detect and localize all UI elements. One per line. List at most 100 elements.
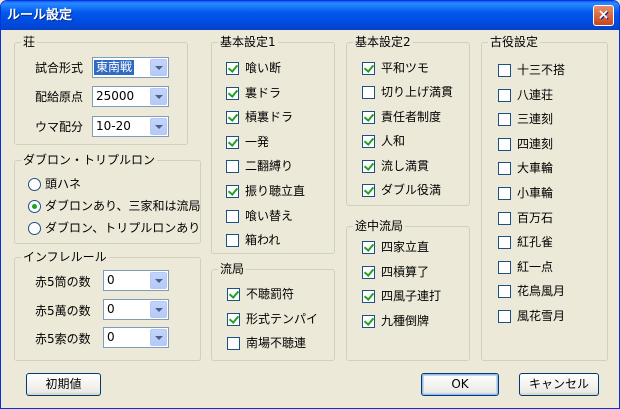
checkbox-label: 百万石	[517, 210, 554, 225]
red5-man-label: 赤5萬の数	[35, 304, 91, 318]
chevron-down-icon[interactable]	[150, 301, 167, 318]
checkbox-checked-icon[interactable]	[362, 290, 375, 303]
checkbox-checked-icon[interactable]	[226, 185, 239, 198]
inflation-legend: インフレルール	[21, 250, 109, 264]
checkbox-label: 切り上げ満貫	[381, 85, 454, 100]
checkbox-label: 箱われ	[245, 233, 281, 248]
radio-dot[interactable]	[28, 222, 41, 235]
double-ron-legend: ダブロン・トリプルロン	[21, 153, 158, 167]
checkbox-label: 三連刻	[517, 112, 554, 127]
start-points-select[interactable]: 25000	[92, 86, 169, 107]
red5-man-select[interactable]: 0	[103, 299, 169, 320]
red5-sou-label: 赤5索の数	[35, 332, 91, 346]
red5-pin-value: 0	[107, 273, 115, 287]
red5-sou-value: 0	[107, 330, 115, 344]
checkbox-label: 四槓算了	[381, 264, 430, 279]
checkbox-label: 流し満貫	[381, 158, 430, 173]
checkbox-checked-icon[interactable]	[362, 265, 375, 279]
radio-label: ダブロンあり、三家和は流局	[45, 199, 201, 213]
red5-sou-select[interactable]: 0	[103, 327, 169, 348]
ryuukyoku-legend: 流局	[218, 262, 247, 276]
checkbox-label: 四連刻	[517, 136, 554, 151]
radio-label: ダブロン、トリプルロンあり	[45, 221, 201, 235]
red5-man-value: 0	[107, 302, 115, 316]
ok-button[interactable]: OK	[421, 373, 499, 396]
checkbox-label: 四風子連打	[381, 289, 442, 303]
window-title: ルール設定	[7, 8, 73, 23]
checkbox-label: 紅一点	[517, 259, 554, 274]
checkbox-checked-icon[interactable]	[227, 288, 240, 301]
basic1-legend: 基本設定1	[218, 35, 278, 49]
checkbox-checked-icon[interactable]	[362, 314, 375, 328]
checkbox-checked-icon[interactable]	[226, 86, 239, 100]
checkbox-empty-icon[interactable]	[498, 64, 511, 77]
checkbox-checked-icon[interactable]	[362, 241, 375, 254]
checkbox-label: 一発	[245, 134, 270, 149]
uma-select[interactable]: 10-20	[92, 116, 169, 137]
checkbox-label: 裏ドラ	[245, 85, 282, 100]
checkbox-empty-icon[interactable]	[498, 236, 511, 250]
checkbox-checked-icon[interactable]	[226, 111, 239, 125]
start-points-value: 25000	[96, 89, 135, 103]
checkbox-empty-icon[interactable]	[498, 137, 511, 151]
red5-pin-label: 赤5筒の数	[35, 275, 91, 289]
checkbox-label: 八連荘	[517, 87, 554, 102]
cancel-button[interactable]: キャンセル	[519, 373, 599, 396]
checkbox-empty-icon[interactable]	[498, 113, 511, 127]
chevron-down-icon[interactable]	[150, 88, 167, 105]
checkbox-empty-icon[interactable]	[498, 285, 511, 299]
uma-label: ウマ配分	[35, 120, 84, 134]
checkbox-empty-icon[interactable]	[498, 310, 511, 323]
checkbox-empty-icon[interactable]	[498, 88, 511, 102]
checkbox-label: 大車輪	[517, 161, 554, 176]
start-points-label: 配給原点	[35, 90, 84, 104]
checkbox-label: 南場不聴連	[246, 336, 307, 350]
checkbox-checked-icon[interactable]	[226, 135, 239, 149]
title-bar: ルール設定 ×	[1, 1, 619, 30]
checkbox-checked-icon[interactable]	[362, 62, 375, 75]
checkbox-label: 振り聴立直	[245, 184, 306, 198]
checkbox-empty-icon[interactable]	[226, 209, 239, 223]
radio-dot-selected[interactable]	[28, 200, 41, 213]
checkbox-label: 責任者制度	[381, 109, 442, 124]
red5-pin-select[interactable]: 0	[103, 270, 169, 291]
checkbox-label: 人和	[381, 134, 406, 149]
checkbox-checked-icon[interactable]	[227, 312, 240, 326]
checkbox-empty-icon[interactable]	[226, 234, 239, 248]
checkbox-label: 槓裏ドラ	[245, 110, 294, 125]
checkbox-empty-icon[interactable]	[498, 260, 511, 274]
checkbox-label: 十三不搭	[517, 63, 566, 77]
checkbox-label: 喰い替え	[245, 208, 294, 223]
checkbox-checked-icon[interactable]	[362, 159, 375, 173]
chevron-down-icon[interactable]	[150, 59, 167, 76]
chevron-down-icon[interactable]	[150, 329, 167, 346]
checkbox-empty-icon[interactable]	[227, 337, 240, 350]
checkbox-label: 喰い断	[245, 61, 282, 75]
checkbox-empty-icon[interactable]	[498, 187, 511, 200]
checkbox-label: 四家立直	[381, 240, 430, 254]
checkbox-label: 九種倒牌	[381, 313, 430, 328]
checkbox-label: 花鳥風月	[517, 284, 566, 299]
chevron-down-icon[interactable]	[150, 118, 167, 135]
checkbox-label: 風花雪月	[517, 309, 566, 323]
checkbox-checked-icon[interactable]	[362, 110, 375, 124]
checkbox-empty-icon[interactable]	[362, 86, 375, 100]
match-format-select[interactable]: 東南戦	[92, 57, 169, 78]
checkbox-empty-icon[interactable]	[498, 211, 511, 225]
checkbox-checked-icon[interactable]	[362, 135, 375, 149]
radio-label: 頭ハネ	[45, 177, 82, 191]
checkbox-label: 不聴罰符	[246, 287, 295, 301]
reset-button[interactable]: 初期値	[26, 373, 101, 396]
checkbox-label: 小車輪	[517, 186, 554, 200]
basic2-legend: 基本設定2	[353, 35, 413, 49]
close-icon[interactable]: ×	[593, 5, 614, 26]
checkbox-checked-icon[interactable]	[362, 184, 375, 197]
radio-dot[interactable]	[28, 178, 41, 191]
checkbox-label: ダブル役満	[381, 183, 442, 197]
chevron-down-icon[interactable]	[150, 272, 167, 289]
checkbox-empty-icon[interactable]	[226, 160, 239, 174]
koyaku-legend: 古役設定	[488, 35, 541, 49]
checkbox-empty-icon[interactable]	[498, 162, 511, 176]
checkbox-checked-icon[interactable]	[226, 62, 239, 75]
checkbox-label: 形式テンパイ	[246, 311, 319, 326]
